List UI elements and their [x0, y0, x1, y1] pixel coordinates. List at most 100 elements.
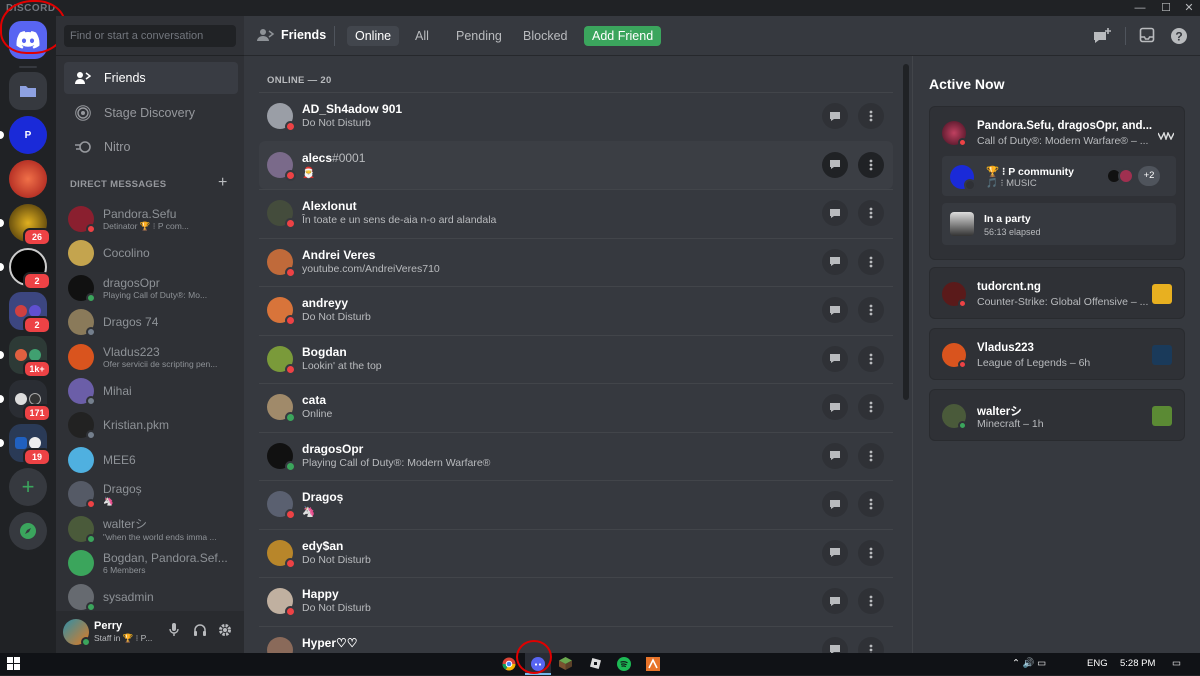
- server-group-mixed[interactable]: 171: [0, 380, 51, 422]
- friend-row[interactable]: AlexIonut În toate e un sens de-aia n-o a…: [259, 189, 893, 237]
- active-card[interactable]: Vladus223 League of Legends – 6h: [929, 328, 1185, 380]
- friend-row[interactable]: Dragoș 🦄: [259, 480, 893, 528]
- avatar: [68, 240, 94, 267]
- server-red[interactable]: [9, 160, 47, 198]
- friend-row[interactable]: edy$an Do Not Disturb: [259, 528, 893, 577]
- headphones-icon[interactable]: [192, 623, 208, 640]
- message-button[interactable]: [822, 491, 848, 517]
- more-options-button[interactable]: [858, 491, 884, 517]
- create-dm-button[interactable]: +: [218, 174, 227, 192]
- tab-pending[interactable]: Pending: [448, 26, 510, 46]
- more-options-button[interactable]: [858, 442, 884, 469]
- roblox-icon[interactable]: [589, 657, 603, 671]
- inbox-icon[interactable]: [1139, 27, 1157, 45]
- more-options-button[interactable]: [858, 394, 884, 420]
- message-button[interactable]: [822, 200, 848, 226]
- friend-username: cata: [302, 393, 327, 407]
- dm-item[interactable]: Pandora.Sefu Detinator 🏆 ⁝ P com...: [64, 202, 238, 236]
- tray-icons[interactable]: ⌃ 🔊 ▭: [1012, 658, 1046, 669]
- dm-item[interactable]: dragosOpr Playing Call of Duty®: Mo...: [64, 271, 238, 305]
- more-options-button[interactable]: [858, 151, 884, 178]
- server-p-community[interactable]: P: [0, 116, 47, 154]
- message-button[interactable]: [822, 588, 848, 614]
- spotify-icon[interactable]: [617, 657, 631, 671]
- server-group-r[interactable]: 19: [0, 424, 51, 466]
- nav-stage-discovery[interactable]: Stage Discovery: [64, 97, 238, 129]
- dm-item[interactable]: sysadmin: [64, 580, 238, 614]
- more-options-button[interactable]: [858, 297, 884, 323]
- more-options-button[interactable]: [858, 248, 884, 275]
- language-indicator[interactable]: ENG: [1087, 658, 1108, 669]
- maximize-button[interactable]: ☐: [1159, 1, 1173, 15]
- active-card[interactable]: tudorcnt.ng Counter-Strike: Global Offens…: [929, 267, 1185, 319]
- friend-row[interactable]: alecs#0001 🎅: [259, 140, 893, 189]
- more-options-button[interactable]: [858, 103, 884, 129]
- search-input[interactable]: Find or start a conversation: [64, 25, 236, 47]
- friend-row[interactable]: andreyy Do Not Disturb: [259, 286, 893, 334]
- nav-friends[interactable]: Friends: [64, 62, 238, 94]
- dm-item[interactable]: Mihai: [64, 374, 238, 408]
- dm-item[interactable]: Dragoș 🦄: [64, 477, 238, 511]
- tab-all[interactable]: All: [407, 26, 437, 46]
- message-button[interactable]: [822, 539, 848, 566]
- server-dark[interactable]: 2: [0, 248, 51, 290]
- server-gold[interactable]: 26: [0, 204, 51, 246]
- help-icon[interactable]: ?: [1170, 27, 1188, 45]
- more-options-button[interactable]: [858, 539, 884, 566]
- friend-row[interactable]: Andrei Veres youtube.com/AndreiVeres710: [259, 237, 893, 286]
- avatar: [68, 481, 96, 510]
- party-card[interactable]: In a party 56:13 elapsed: [942, 203, 1176, 245]
- chrome-icon[interactable]: [502, 657, 516, 671]
- server-group-green[interactable]: 1k+: [0, 336, 51, 378]
- active-card-party[interactable]: Pandora.Sefu, dragosOpr, and... Call of …: [929, 106, 1185, 260]
- add-friend-button[interactable]: Add Friend: [584, 26, 662, 46]
- active-card[interactable]: walterシ Minecraft – 1h: [929, 389, 1185, 441]
- message-button[interactable]: [822, 103, 848, 129]
- friend-status: Do Not Disturb: [302, 602, 371, 614]
- nav-nitro[interactable]: Nitro: [64, 131, 238, 163]
- friend-row[interactable]: AD_Sh4adow 901 Do Not Disturb: [259, 92, 893, 140]
- clock[interactable]: 5:28 PM: [1120, 658, 1155, 669]
- microphone-icon[interactable]: [166, 623, 182, 640]
- app-orange-icon[interactable]: [646, 657, 660, 671]
- friend-name: dragosOpr: [302, 442, 363, 456]
- message-button[interactable]: [822, 297, 848, 323]
- dm-item[interactable]: Cocolino: [64, 236, 238, 270]
- tab-blocked[interactable]: Blocked: [515, 26, 575, 46]
- friend-row[interactable]: Happy Do Not Disturb: [259, 577, 893, 625]
- notifications-icon[interactable]: ▭: [1172, 658, 1181, 669]
- title-bar: DISCORD — ☐ ✕: [0, 0, 1200, 16]
- tab-online[interactable]: Online: [347, 26, 400, 46]
- more-options-button[interactable]: [858, 588, 884, 614]
- minecraft-icon[interactable]: [559, 657, 573, 671]
- voice-channel-card[interactable]: 🏆 ⁝ P community 🎵 ⁝ MUSIC +2: [942, 156, 1176, 196]
- message-button[interactable]: [822, 248, 848, 275]
- friend-row[interactable]: dragosOpr Playing Call of Duty®: Modern W…: [259, 431, 893, 480]
- explore-servers-button[interactable]: [9, 512, 47, 550]
- message-button[interactable]: [822, 394, 848, 420]
- friend-row[interactable]: Bogdan Lookin' at the top: [259, 334, 893, 383]
- server-folder[interactable]: [9, 72, 47, 110]
- scrollbar[interactable]: [903, 64, 909, 400]
- dm-item[interactable]: MEE6: [64, 443, 238, 477]
- friend-row[interactable]: cata Online: [259, 383, 893, 431]
- dm-item[interactable]: Bogdan, Pandora.Sef... 6 Members: [64, 546, 238, 580]
- more-options-button[interactable]: [858, 200, 884, 226]
- new-group-dm-icon[interactable]: [1092, 27, 1111, 45]
- message-button[interactable]: [822, 442, 848, 469]
- more-options-button[interactable]: [858, 345, 884, 372]
- dm-item[interactable]: Dragos 74: [64, 305, 238, 339]
- friend-status: În toate e un sens de-aia n-o ard alanda…: [302, 214, 497, 226]
- message-icon: [830, 305, 840, 315]
- message-button[interactable]: [822, 345, 848, 372]
- dm-item[interactable]: Kristian.pkm: [64, 408, 238, 442]
- windows-start-icon[interactable]: [7, 657, 21, 671]
- add-server-button[interactable]: +: [9, 468, 47, 506]
- minimize-button[interactable]: —: [1133, 1, 1147, 15]
- dm-item[interactable]: walterシ "when the world ends imma ...: [64, 512, 238, 546]
- close-window-button[interactable]: ✕: [1182, 1, 1196, 15]
- server-folder-blue[interactable]: 2: [9, 292, 51, 334]
- settings-gear-icon[interactable]: [217, 623, 233, 640]
- message-button[interactable]: [822, 151, 848, 178]
- dm-item[interactable]: Vladus223 Ofer servicii de scripting pen.…: [64, 340, 238, 374]
